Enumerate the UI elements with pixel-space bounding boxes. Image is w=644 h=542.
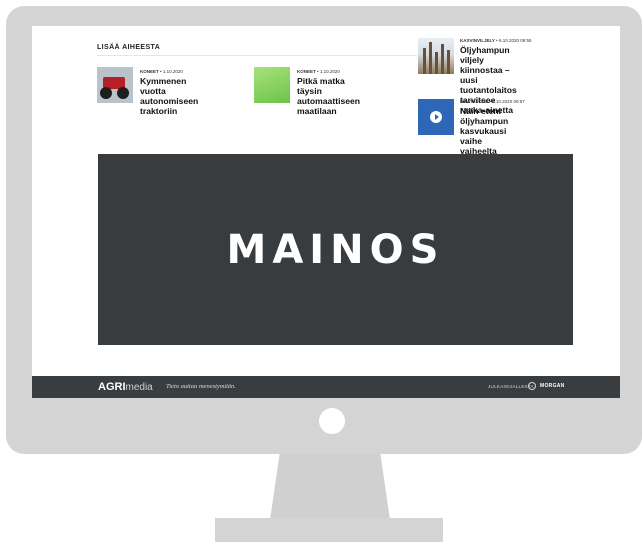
site-footer: AGRImedia Tieto auttaa menestymään. JULK… [32,376,620,398]
monitor-stand-base [215,518,443,542]
article-title[interactable]: Näin eteni öljyhampun kasvukausi vaihe v… [460,106,508,156]
article-meta: KASVINVILJELY • 6.10.2020 09:55 [460,38,532,43]
screen: LISÄÄ AIHEESTA KONEET • 1.10.2020 Kymmen… [32,26,620,398]
article-title[interactable]: Kymmenen vuotta autonomiseen traktoriin [140,76,198,116]
section-divider [97,55,417,56]
hemp-thumbnail[interactable] [418,38,454,74]
footer-tagline: Tieto auttaa menestymään. [166,383,236,390]
morgan-logo-icon [528,382,536,390]
agrimedia-logo[interactable]: AGRImedia [98,381,153,393]
article-title[interactable]: Öljyhampun viljely kiinnostaa – uusi tuo… [460,45,517,115]
monitor-stand-neck [270,454,390,520]
field-thumbnail[interactable] [254,67,290,103]
section-title: LISÄÄ AIHEESTA [97,44,161,51]
monitor-button [319,408,345,434]
article-title[interactable]: Pitkä matka täysin automaattiseen maatil… [297,76,360,116]
ad-label: MAINOS [226,226,445,273]
monitor-frame: LISÄÄ AIHEESTA KONEET • 1.10.2020 Kymmen… [6,6,642,454]
morgan-logo[interactable]: MORGAN [540,383,565,389]
article-meta: MAATALOUS • 6.10.2020 09:57 [460,99,525,104]
advertisement-banner[interactable]: MAINOS [98,154,573,345]
video-play-icon[interactable] [418,99,454,135]
article-meta: KONEET • 1.10.2020 [297,69,340,74]
article-meta: KONEET • 1.10.2020 [140,69,183,74]
tractor-thumbnail[interactable] [97,67,133,103]
